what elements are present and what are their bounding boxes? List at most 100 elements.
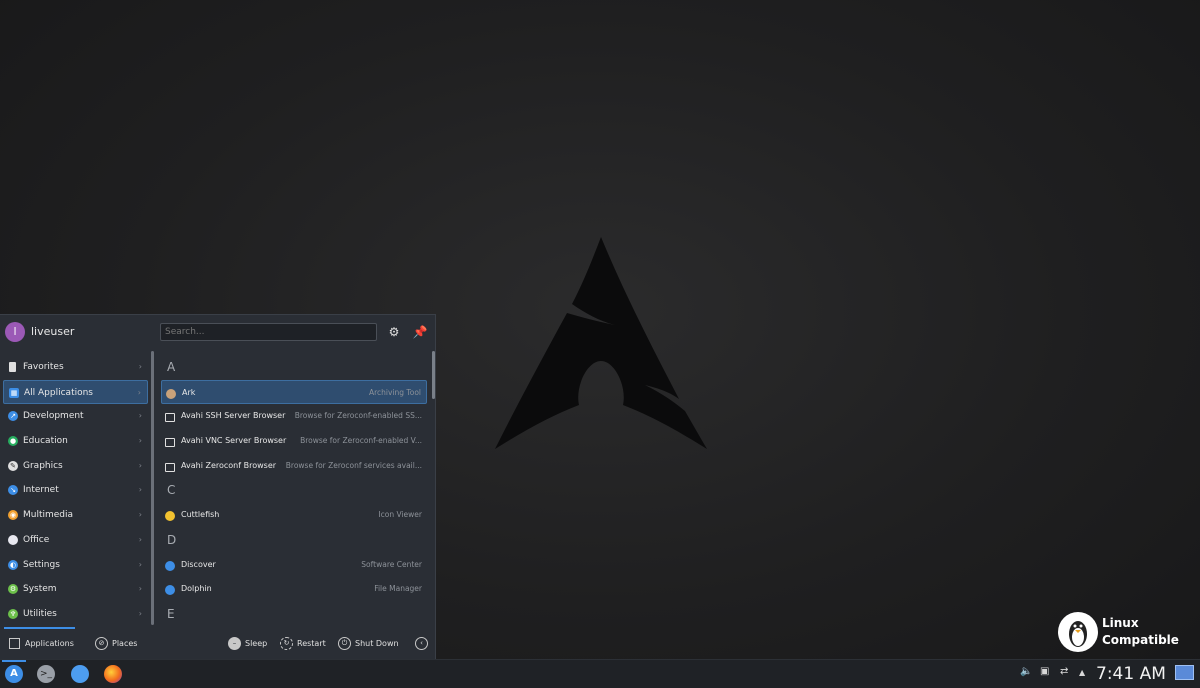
- application-list: A Ark Archiving Tool Avahi SSH Server Br…: [161, 355, 427, 627]
- office-icon: [8, 534, 18, 545]
- system-icon: ⚙: [8, 584, 18, 595]
- internet-icon: ↘: [8, 485, 18, 496]
- category-graphics[interactable]: ✎ Graphics ›: [3, 454, 148, 479]
- monitor-icon: [165, 438, 175, 448]
- app-description: Browse for Zeroconf services avail...: [285, 460, 422, 470]
- taskbar-panel: A >_ 🔈 ▣ ⇄ ▲ 7:41 AM: [0, 659, 1200, 688]
- firefox-icon[interactable]: [104, 665, 122, 683]
- category-settings[interactable]: ◐ Settings ›: [3, 553, 148, 578]
- chevron-right-icon: ›: [138, 485, 142, 495]
- tab-label: Applications: [25, 639, 74, 648]
- category-favorites[interactable]: Favorites ›: [3, 355, 148, 380]
- education-icon: ●: [8, 436, 18, 447]
- app-item-discover[interactable]: Discover Software Center: [161, 553, 427, 578]
- watermark-line2: Compatible: [1102, 633, 1179, 647]
- shutdown-button[interactable]: ⏻ Shut Down: [338, 637, 399, 651]
- app-description: Browse for Zeroconf-enabled V...: [300, 436, 422, 446]
- expand-tray-icon[interactable]: ▲: [1079, 668, 1085, 677]
- power-icon: ⏻: [338, 637, 351, 650]
- app-item-avahi-vnc[interactable]: Avahi VNC Server Browser Browse for Zero…: [161, 429, 427, 454]
- category-list: Favorites › ▦ All Applications › ↗ Devel…: [3, 355, 148, 627]
- app-description: Archiving Tool: [369, 387, 421, 397]
- monitor-icon: [165, 462, 175, 472]
- category-label: Favorites: [23, 362, 64, 372]
- app-item-ark[interactable]: Ark Archiving Tool: [161, 379, 427, 405]
- app-description: Browse for Zeroconf-enabled SS...: [294, 411, 422, 421]
- app-item-cuttlefish[interactable]: Cuttlefish Icon Viewer: [161, 503, 427, 528]
- active-tab-indicator: [4, 627, 75, 629]
- folder-icon: [165, 585, 175, 596]
- category-all-applications[interactable]: ▦ All Applications ›: [3, 379, 148, 405]
- chevron-right-icon: ›: [138, 559, 142, 569]
- compass-icon: ⊘: [95, 637, 108, 650]
- username-label: liveuser: [31, 325, 75, 338]
- chevron-right-icon: ›: [138, 460, 142, 470]
- code-icon: ↗: [8, 411, 18, 422]
- category-label: Internet: [23, 485, 59, 496]
- leave-button[interactable]: ‹: [415, 637, 432, 651]
- category-system[interactable]: ⚙ System ›: [3, 577, 148, 602]
- leave-icon: ‹: [415, 637, 428, 650]
- watermark-text: Linux Compatible: [1102, 615, 1179, 649]
- category-office[interactable]: Office ›: [3, 528, 148, 553]
- watermark-line1: Linux: [1102, 616, 1139, 630]
- terminal-icon[interactable]: >_: [37, 665, 55, 683]
- pin-icon[interactable]: 📌: [411, 323, 429, 341]
- app-name: Avahi VNC Server Browser: [181, 436, 287, 446]
- button-label: Restart: [297, 639, 326, 648]
- category-development[interactable]: ↗ Development ›: [3, 404, 148, 429]
- clipboard-icon[interactable]: ▣: [1040, 666, 1049, 677]
- category-multimedia[interactable]: ◉ Multimedia ›: [3, 503, 148, 528]
- linux-compatible-watermark: Linux Compatible: [1058, 612, 1193, 654]
- app-description: Icon Viewer: [378, 510, 422, 520]
- chevron-right-icon: ›: [138, 436, 142, 446]
- show-desktop-icon[interactable]: [1175, 665, 1194, 680]
- category-scrollbar[interactable]: [151, 351, 154, 625]
- app-name: Avahi Zeroconf Browser: [181, 460, 277, 470]
- category-label: System: [23, 584, 57, 595]
- utilities-icon: ♆: [8, 608, 18, 619]
- tab-label: Places: [112, 639, 138, 648]
- app-item-avahi-zeroconf[interactable]: Avahi Zeroconf Browser Browse for Zeroco…: [161, 454, 427, 479]
- launcher-active-indicator: [2, 660, 26, 662]
- category-label: Education: [23, 436, 68, 447]
- tux-logo: [1058, 612, 1098, 652]
- chevron-right-icon: ›: [137, 387, 141, 397]
- menu-header: l liveuser ⚙ 📌: [0, 315, 436, 349]
- category-internet[interactable]: ↘ Internet ›: [3, 478, 148, 503]
- restart-button[interactable]: ↻ Restart: [280, 637, 326, 651]
- clock[interactable]: 7:41 AM: [1096, 664, 1166, 684]
- category-label: Graphics: [23, 460, 63, 471]
- configure-gear-icon[interactable]: ⚙: [385, 323, 403, 341]
- user-avatar[interactable]: l: [5, 322, 25, 342]
- category-label: Settings: [23, 559, 60, 570]
- network-icon[interactable]: ⇄: [1060, 666, 1068, 677]
- application-launcher-icon[interactable]: A: [5, 665, 23, 683]
- graphics-icon: ✎: [8, 460, 18, 471]
- search-input[interactable]: [160, 323, 377, 341]
- tab-places[interactable]: ⊘ Places: [95, 637, 137, 651]
- multimedia-icon: ◉: [8, 510, 18, 521]
- monitor-icon: [165, 413, 175, 423]
- category-label: All Applications: [24, 387, 93, 398]
- arch-linux-logo: [495, 237, 707, 449]
- app-item-avahi-ssh[interactable]: Avahi SSH Server Browser Browse for Zero…: [161, 404, 427, 429]
- volume-icon[interactable]: 🔈: [1020, 666, 1032, 677]
- app-name: Ark: [182, 387, 196, 397]
- application-scrollbar[interactable]: [432, 351, 435, 399]
- category-utilities[interactable]: ♆ Utilities ›: [3, 602, 148, 627]
- app-item-dolphin[interactable]: Dolphin File Manager: [161, 577, 427, 602]
- category-education[interactable]: ● Education ›: [3, 429, 148, 454]
- menu-footer: Applications ⊘ Places – Sleep ↻ Restart ⏻ Sh…: [0, 627, 436, 659]
- app-name: Discover: [181, 559, 216, 569]
- app-name: Dolphin: [181, 584, 212, 594]
- chevron-right-icon: ›: [138, 510, 142, 520]
- section-header-a: A: [167, 360, 176, 374]
- sleep-button[interactable]: – Sleep: [228, 637, 267, 651]
- tab-applications[interactable]: Applications: [9, 637, 74, 651]
- restart-icon: ↻: [280, 637, 293, 650]
- app-description: File Manager: [374, 584, 422, 594]
- category-label: Office: [23, 534, 50, 545]
- app-name: Cuttlefish: [181, 510, 220, 520]
- dolphin-folder-icon[interactable]: [71, 665, 89, 683]
